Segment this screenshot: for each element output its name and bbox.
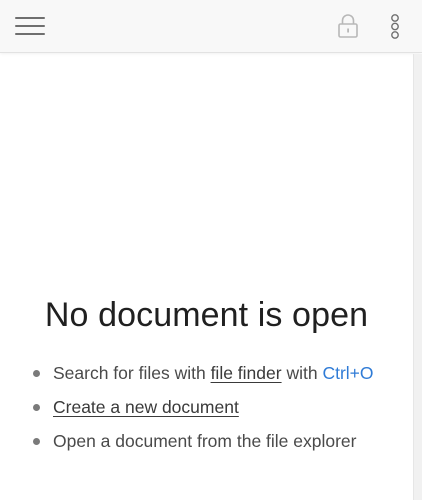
list-item-open: Open a document from the file explorer: [30, 428, 374, 462]
create-document-link[interactable]: Create a new document: [53, 397, 239, 417]
app-window: No document is open Search for files wit…: [0, 0, 422, 500]
search-middle-text: with: [281, 363, 323, 383]
list-item-create: Create a new document: [30, 394, 374, 428]
file-finder-link[interactable]: file finder: [211, 363, 282, 383]
search-prefix-text: Search for files with: [53, 363, 211, 383]
hamburger-line: [15, 33, 45, 35]
more-options-icon[interactable]: [385, 13, 405, 41]
hotkey-ctrl-o[interactable]: Ctrl+O: [322, 363, 373, 383]
lock-icon[interactable]: [335, 12, 361, 40]
hamburger-line: [15, 25, 45, 27]
page-title: No document is open: [44, 296, 369, 334]
hamburger-icon[interactable]: [15, 14, 47, 38]
scrollbar[interactable]: [413, 54, 422, 500]
hamburger-line: [15, 17, 45, 19]
toolbar: [0, 0, 422, 53]
action-list: Search for files with file finder with C…: [30, 360, 374, 462]
open-document-hint: Open a document from the file explorer: [53, 431, 357, 451]
list-item-search: Search for files with file finder with C…: [30, 360, 374, 394]
